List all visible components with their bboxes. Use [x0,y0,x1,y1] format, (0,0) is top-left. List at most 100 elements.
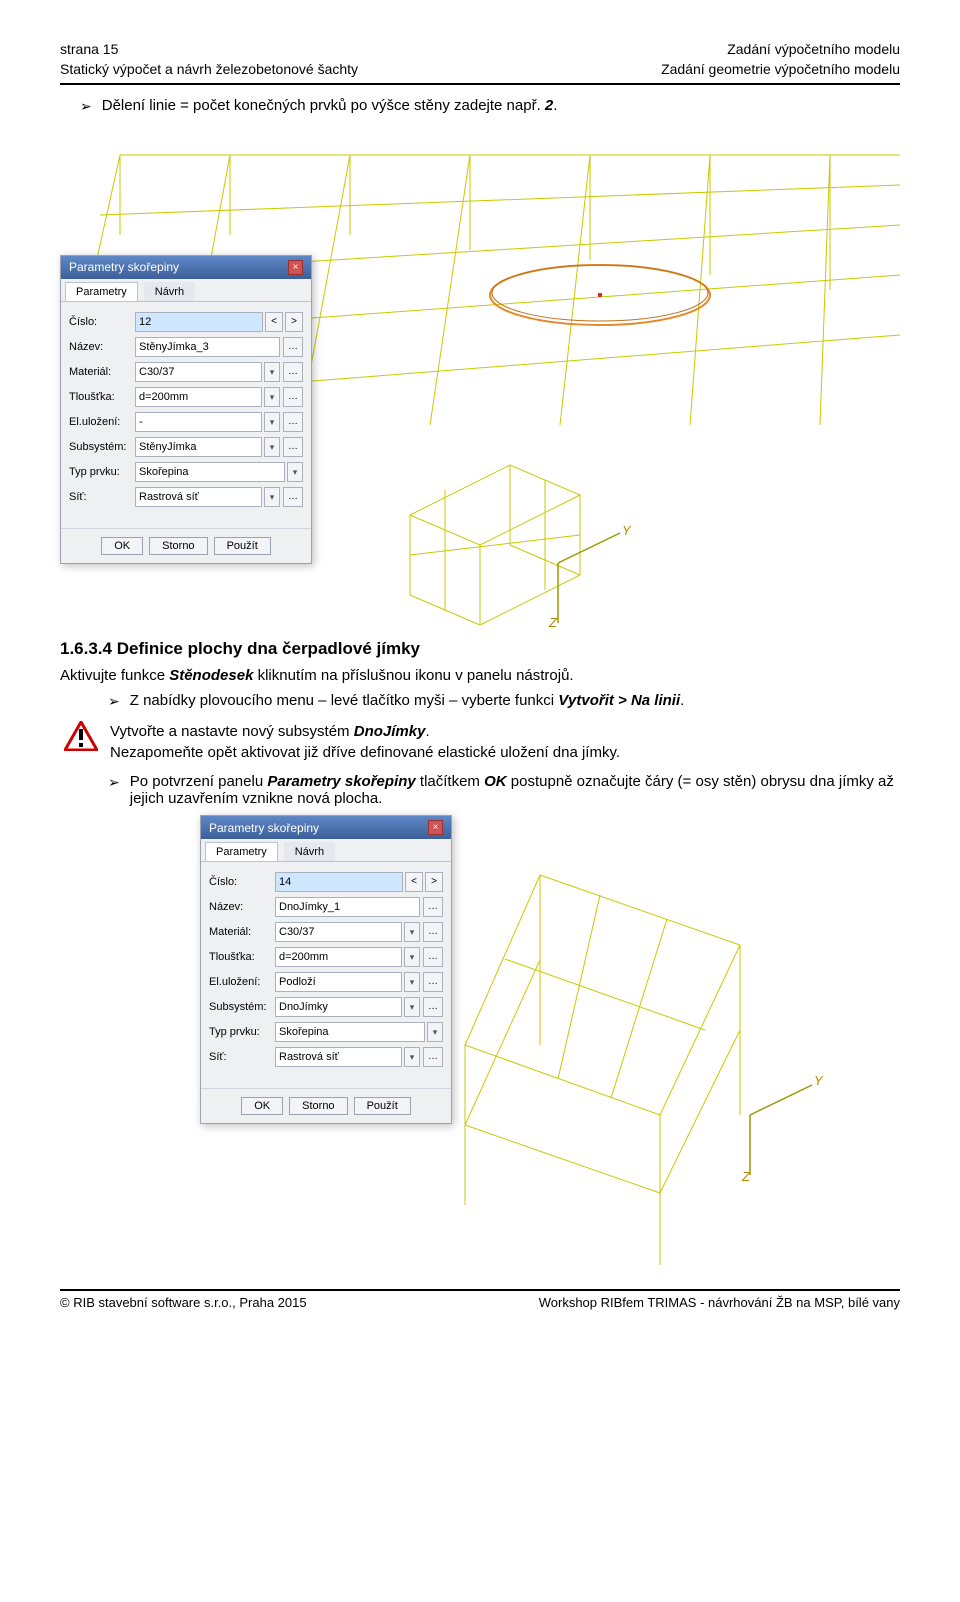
axis-z-label: Z [742,1169,750,1184]
bullet-line-3: ➢ Po potvrzení panelu Parametry skořepin… [108,773,900,807]
lbl-tloustka: Tloušťka: [209,951,275,963]
dialog-titlebar[interactable]: Parametry skořepiny × [201,816,451,839]
figure-2: Y Z Parametry skořepiny × Parametry Návr… [60,815,900,1275]
field-material[interactable]: C30/37 [135,362,262,382]
lbl-cislo: Číslo: [69,316,135,328]
more-button[interactable]: … [283,337,303,357]
pouzit-button[interactable]: Použít [354,1097,411,1115]
chevron-down-icon[interactable]: ▾ [264,362,280,382]
header-left: strana 15 Statický výpočet a návrh želez… [60,40,358,79]
dialog-titlebar[interactable]: Parametry skořepiny × [61,256,311,279]
pouzit-button[interactable]: Použít [214,537,271,555]
tab-parametry[interactable]: Parametry [65,282,138,301]
field-tloustka[interactable]: d=200mm [135,387,262,407]
bullet-text: Dělení linie = počet konečných prvků po … [102,97,558,114]
text: kliknutím na příslušnou ikonu v panelu n… [253,667,573,684]
chevron-down-icon[interactable]: ▾ [264,387,280,407]
field-sit[interactable]: Rastrová síť [135,487,262,507]
text: . [425,723,429,740]
more-button[interactable]: … [423,997,443,1017]
next-button[interactable]: > [425,872,443,892]
warning-line-2: Nezapomeňte opět aktivovat již dříve def… [110,742,620,763]
chevron-down-icon[interactable]: ▾ [264,412,280,432]
paragraph-2: Aktivujte funkce Stěnodesek kliknutím na… [60,667,900,684]
text: tlačítkem [416,773,484,790]
text: Po potvrzení panelu [130,773,268,790]
bullet-text: Z nabídky plovoucího menu – levé tlačítk… [130,692,685,709]
keyword: Vytvořit > Na linii [558,692,680,709]
chevron-down-icon[interactable]: ▾ [404,947,420,967]
field-ulozeni[interactable]: - [135,412,262,432]
storno-button[interactable]: Storno [289,1097,347,1115]
more-button[interactable]: … [283,437,303,457]
lbl-subsystem: Subsystém: [69,441,135,453]
field-typ[interactable]: Skořepina [275,1022,425,1042]
warning-block: Vytvořte a nastavte nový subsystém DnoJí… [64,721,900,763]
tab-parametry[interactable]: Parametry [205,842,278,861]
dialog-body: Číslo: 14 < > Název: DnoJímky_1 … Materi… [201,862,451,1078]
field-material[interactable]: C30/37 [275,922,402,942]
value: 2 [545,97,553,114]
lbl-ulozeni: El.uložení: [209,976,275,988]
chevron-down-icon[interactable]: ▾ [404,922,420,942]
close-icon[interactable]: × [288,260,303,275]
chevron-down-icon[interactable]: ▾ [404,972,420,992]
lbl-cislo: Číslo: [209,876,275,888]
more-button[interactable]: … [283,487,303,507]
ok-button[interactable]: OK [101,537,143,555]
field-subsystem[interactable]: DnoJímky [275,997,402,1017]
text: Aktivujte funkce [60,667,169,684]
keyword: DnoJímky [354,723,426,740]
more-button[interactable]: … [423,922,443,942]
section-title-text: Definice plochy dna čerpadlové jímky [117,639,420,658]
field-cislo[interactable]: 14 [275,872,403,892]
more-button[interactable]: … [423,947,443,967]
lbl-sit: Síť: [209,1051,275,1063]
more-button[interactable]: … [283,387,303,407]
chevron-down-icon[interactable]: ▾ [264,437,280,457]
close-icon[interactable]: × [428,820,443,835]
footer-left: © RIB stavební software s.r.o., Praha 20… [60,1295,307,1310]
field-cislo[interactable]: 12 [135,312,263,332]
field-tloustka[interactable]: d=200mm [275,947,402,967]
next-button[interactable]: > [285,312,303,332]
page-footer: © RIB stavební software s.r.o., Praha 20… [60,1289,900,1310]
lbl-material: Materiál: [69,366,135,378]
section-number: 1.6.3.4 [60,639,117,658]
ok-button[interactable]: OK [241,1097,283,1115]
tab-navrh[interactable]: Návrh [144,282,195,301]
field-nazev[interactable]: StěnyJímka_3 [135,337,280,357]
bullet-line-1: ➢ Dělení linie = počet konečných prvků p… [80,97,900,117]
field-subsystem[interactable]: StěnyJímka [135,437,262,457]
section-heading: 1.6.3.4 Definice plochy dna čerpadlové j… [60,639,900,659]
bullet-line-2: ➢ Z nabídky plovoucího menu – levé tlačí… [108,692,900,712]
storno-button[interactable]: Storno [149,537,207,555]
lbl-nazev: Název: [69,341,135,353]
tab-navrh[interactable]: Návrh [284,842,335,861]
dialog-tabs: Parametry Návrh [201,839,451,862]
chevron-down-icon[interactable]: ▾ [404,997,420,1017]
field-nazev[interactable]: DnoJímky_1 [275,897,420,917]
chevron-down-icon[interactable]: ▾ [404,1047,420,1067]
field-ulozeni[interactable]: Podloží [275,972,402,992]
chevron-down-icon[interactable]: ▾ [264,487,280,507]
more-button[interactable]: … [423,897,443,917]
mesh-drawing-2 [60,815,900,1275]
axis-y-label: Y [622,523,631,538]
more-button[interactable]: … [423,972,443,992]
text: Vytvořte a nastavte nový subsystém [110,723,354,740]
dialog-buttons: OK Storno Použít [61,528,311,563]
more-button[interactable]: … [283,412,303,432]
lbl-nazev: Název: [209,901,275,913]
prev-button[interactable]: < [265,312,283,332]
arrow-icon: ➢ [80,97,92,117]
prev-button[interactable]: < [405,872,423,892]
lbl-typ: Typ prvku: [209,1026,275,1038]
field-sit[interactable]: Rastrová síť [275,1047,402,1067]
more-button[interactable]: … [283,362,303,382]
chevron-down-icon[interactable]: ▾ [427,1022,443,1042]
page-header: strana 15 Statický výpočet a návrh želez… [60,40,900,85]
more-button[interactable]: … [423,1047,443,1067]
field-typ[interactable]: Skořepina [135,462,285,482]
chevron-down-icon[interactable]: ▾ [287,462,303,482]
